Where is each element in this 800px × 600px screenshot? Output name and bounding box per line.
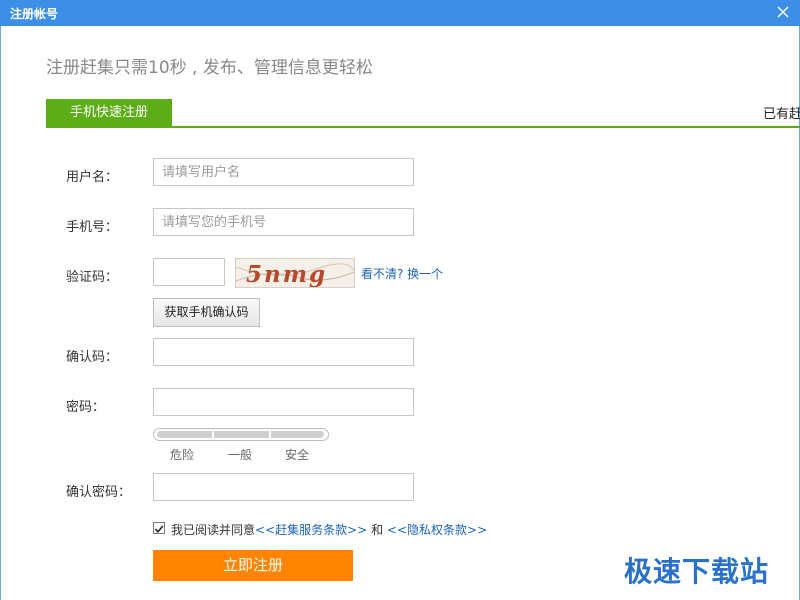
service-terms-link[interactable]: <<赶集服务条款>> — [255, 523, 367, 537]
captcha-refresh-link[interactable]: 看不清? 换一个 — [361, 265, 443, 282]
strength-segment-medium — [214, 431, 269, 438]
captcha-label: 验证码： — [66, 270, 119, 285]
strength-segment-strong — [271, 431, 324, 438]
window-border-left — [0, 26, 1, 600]
page-slogan: 注册赶集只需10秒 , 发布、管理信息更轻松 — [46, 58, 373, 78]
phone-label: 手机号： — [66, 220, 119, 235]
agreement-and: 和 — [371, 523, 384, 537]
captcha-image[interactable]: 5nmg — [235, 258, 355, 288]
strength-label-weak: 危险 — [170, 448, 195, 462]
agreement-checkbox[interactable] — [153, 522, 165, 534]
password-input[interactable] — [153, 388, 414, 416]
privacy-terms-link[interactable]: <<隐私权条款>> — [387, 523, 487, 537]
confirm-code-label: 确认码： — [66, 350, 119, 365]
login-hint[interactable]: 已有赶 — [763, 103, 800, 122]
close-icon[interactable] — [766, 0, 800, 26]
window-title: 注册帐号 — [10, 7, 59, 21]
password-strength-meter — [153, 428, 329, 441]
phone-input[interactable] — [153, 208, 414, 236]
register-submit-button[interactable]: 立即注册 — [153, 550, 353, 581]
password-label: 密码： — [66, 400, 106, 415]
username-label: 用户名： — [66, 170, 119, 185]
confirm-password-input[interactable] — [153, 473, 414, 501]
agreement-text: 我已阅读并同意<<赶集服务条款>> 和 <<隐私权条款>> — [171, 521, 487, 538]
confirm-code-input[interactable] — [153, 338, 414, 366]
strength-label-strong: 安全 — [285, 448, 310, 462]
strength-label-medium: 一般 — [228, 448, 253, 462]
confirm-password-label: 确认密码： — [66, 485, 132, 500]
captcha-text: 5nmg — [246, 261, 327, 288]
strength-segment-weak — [157, 431, 212, 438]
get-sms-code-button[interactable]: 获取手机确认码 — [153, 298, 260, 327]
checkmark-icon — [154, 525, 164, 534]
tab-underline — [46, 126, 800, 128]
agreement-prefix: 我已阅读并同意 — [171, 523, 256, 537]
title-bar: 注册帐号 — [0, 0, 800, 26]
tab-phone-quick-register[interactable]: 手机快速注册 — [46, 99, 172, 126]
username-input[interactable] — [153, 158, 414, 186]
site-watermark: 极速下载站 — [624, 555, 770, 588]
captcha-input[interactable] — [153, 258, 225, 286]
